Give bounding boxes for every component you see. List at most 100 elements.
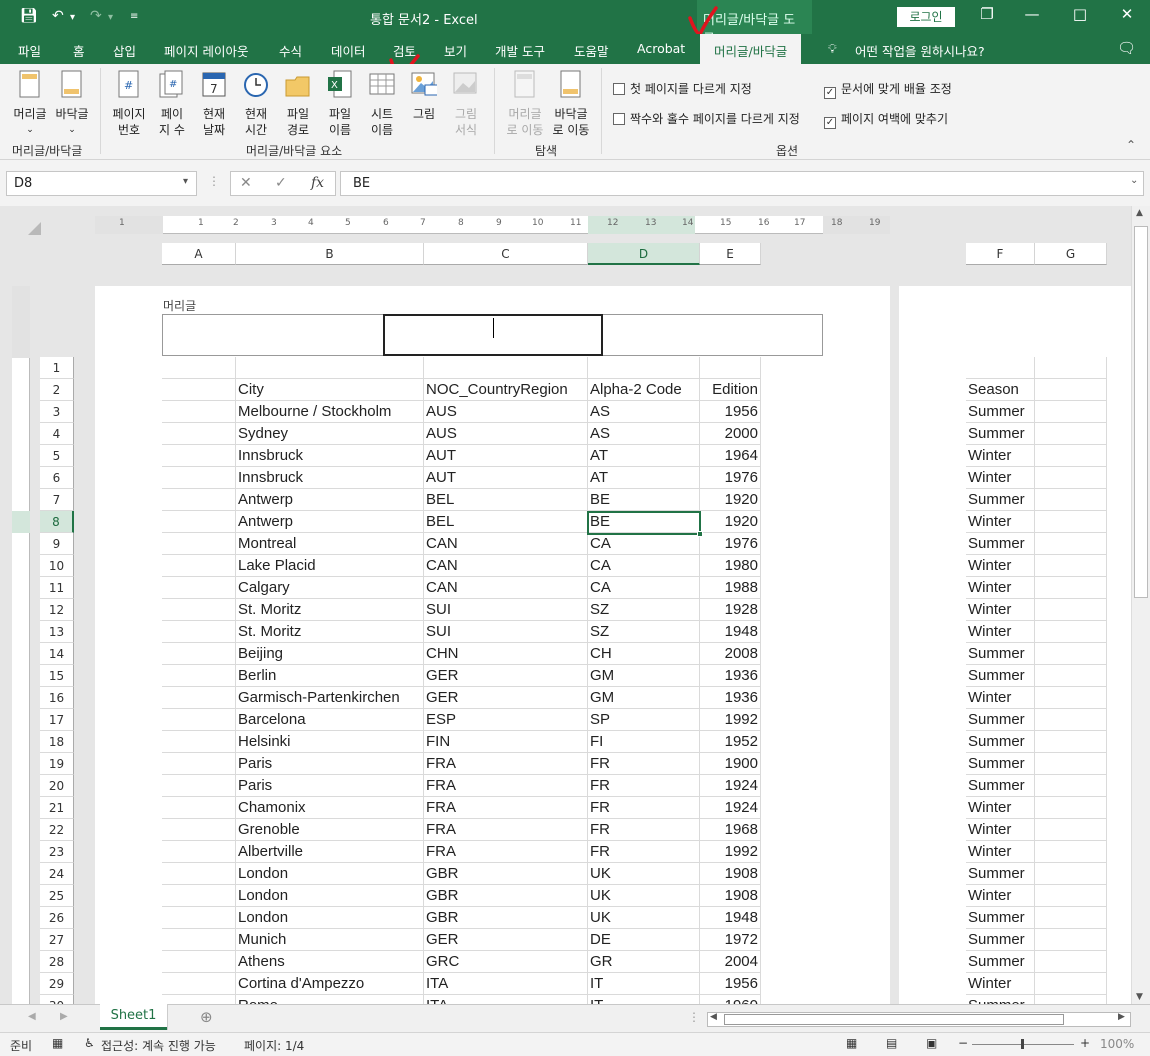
cell-season[interactable]: Summer (966, 775, 1035, 797)
cell-a[interactable] (162, 775, 236, 797)
cell-a[interactable] (162, 885, 236, 907)
cell-city[interactable]: Sydney (236, 423, 424, 445)
cell-g[interactable] (1035, 555, 1107, 577)
customize-qat-icon[interactable]: ≡ (130, 11, 138, 22)
page-number-button[interactable]: # 페이지 번호 (108, 70, 150, 138)
sheet-name-button[interactable]: 시트 이름 (362, 70, 402, 138)
tab-formulas[interactable]: 수식 (279, 41, 302, 60)
row-header[interactable]: 29 (40, 973, 74, 995)
row-header[interactable]: 22 (40, 819, 74, 841)
enter-check-icon[interactable]: ✓ (275, 175, 287, 191)
row-header[interactable]: 28 (40, 951, 74, 973)
col-header-e[interactable]: E (700, 243, 761, 265)
accessibility-icon[interactable]: ♿︎ (84, 1036, 95, 1050)
cell-alpha2[interactable]: AT (588, 445, 700, 467)
cell-season[interactable]: Winter (966, 577, 1035, 599)
cell-season[interactable]: Winter (966, 797, 1035, 819)
row-header[interactable]: 13 (40, 621, 74, 643)
cell-g[interactable] (1035, 797, 1107, 819)
next-sheet-icon[interactable]: ▶ (60, 1011, 68, 1022)
cell-city[interactable]: Antwerp (236, 489, 424, 511)
cell-noc[interactable]: GBR (424, 885, 588, 907)
cell-alpha2[interactable]: FR (588, 797, 700, 819)
scroll-right-icon[interactable]: ▶ (1118, 1012, 1125, 1022)
cell-a[interactable] (162, 973, 236, 995)
cell-alpha2[interactable]: UK (588, 863, 700, 885)
cell-edition[interactable]: 1964 (700, 445, 761, 467)
cell-noc[interactable]: AUT (424, 445, 588, 467)
cell-season[interactable]: Winter (966, 599, 1035, 621)
cell-edition[interactable]: 1968 (700, 819, 761, 841)
cell-noc[interactable]: GER (424, 687, 588, 709)
cell-a[interactable] (162, 929, 236, 951)
splitter-dots-icon[interactable]: ⋮ (208, 174, 220, 188)
cell-g[interactable] (1035, 401, 1107, 423)
cell-edition[interactable] (700, 357, 761, 379)
cell-season[interactable]: Winter (966, 621, 1035, 643)
login-button[interactable]: 로그인 (897, 7, 955, 27)
row-header[interactable]: 27 (40, 929, 74, 951)
row-header[interactable]: 7 (40, 489, 74, 511)
cell-noc[interactable]: ITA (424, 973, 588, 995)
cell-g[interactable] (1035, 731, 1107, 753)
cell-edition[interactable]: 1956 (700, 973, 761, 995)
scroll-left-icon[interactable]: ◀ (710, 1012, 717, 1022)
cell-g[interactable] (1035, 423, 1107, 445)
header-left-section[interactable] (163, 315, 383, 355)
cell-alpha2[interactable]: CH (588, 643, 700, 665)
cell-edition[interactable]: 1920 (700, 489, 761, 511)
cell-noc[interactable]: CAN (424, 577, 588, 599)
cell-edition[interactable]: 1960 (700, 995, 761, 1004)
file-name-button[interactable]: X 파일 이름 (320, 70, 360, 138)
cell-season[interactable]: Winter (966, 445, 1035, 467)
cell-edition[interactable]: 1908 (700, 863, 761, 885)
cell-city[interactable]: Athens (236, 951, 424, 973)
cell-noc[interactable]: BEL (424, 489, 588, 511)
insert-function-icon[interactable]: fx (311, 175, 324, 191)
row-header[interactable]: 9 (40, 533, 74, 555)
cell-edition[interactable]: 1936 (700, 665, 761, 687)
cell-noc[interactable]: GRC (424, 951, 588, 973)
cell-alpha2[interactable]: SZ (588, 599, 700, 621)
cell-noc[interactable]: AUS (424, 423, 588, 445)
cell-city[interactable]: London (236, 885, 424, 907)
tell-me-search[interactable]: 어떤 작업을 원하시나요? (855, 41, 985, 60)
cell-g[interactable] (1035, 687, 1107, 709)
current-time-button[interactable]: 현재 시간 (236, 70, 276, 138)
cell-season[interactable]: Summer (966, 665, 1035, 687)
cell-edition[interactable]: 1980 (700, 555, 761, 577)
page-count-button[interactable]: # 페이 지 수 (152, 70, 192, 138)
prev-sheet-icon[interactable]: ◀ (28, 1011, 36, 1022)
cell-city[interactable]: Innsbruck (236, 445, 424, 467)
cell-season[interactable]: Summer (966, 423, 1035, 445)
cell-noc[interactable]: FRA (424, 797, 588, 819)
cell-noc[interactable]: CAN (424, 555, 588, 577)
cell-edition[interactable]: 1928 (700, 599, 761, 621)
cell-noc[interactable]: FRA (424, 775, 588, 797)
cell-season[interactable]: Summer (966, 929, 1035, 951)
col-header-f[interactable]: F (966, 243, 1035, 265)
picture-button[interactable]: 그림 (404, 70, 444, 122)
checkbox[interactable] (613, 113, 625, 125)
cell-g[interactable] (1035, 621, 1107, 643)
row-header[interactable]: 18 (40, 731, 74, 753)
undo-dropdown-icon[interactable]: ▾ (70, 12, 75, 23)
cell-edition[interactable]: 1948 (700, 907, 761, 929)
row-header[interactable]: 12 (40, 599, 74, 621)
cell-city[interactable]: Grenoble (236, 819, 424, 841)
cell-noc[interactable]: CHN (424, 643, 588, 665)
cell-edition[interactable]: 1900 (700, 753, 761, 775)
cell-edition[interactable]: 1948 (700, 621, 761, 643)
cell-a[interactable] (162, 907, 236, 929)
row-header[interactable]: 2 (40, 379, 74, 401)
formula-input[interactable]: BE (340, 171, 1144, 196)
row-header[interactable]: 5 (40, 445, 74, 467)
cell-g[interactable] (1035, 775, 1107, 797)
option-different-first-page[interactable]: 첫 페이지를 다르게 지정 (613, 80, 752, 97)
cell-noc[interactable]: CAN (424, 533, 588, 555)
cell-city[interactable]: Rome (236, 995, 424, 1004)
cell-noc[interactable]: AUT (424, 467, 588, 489)
row-header[interactable]: 30 (40, 995, 74, 1004)
cell-a[interactable] (162, 423, 236, 445)
cell-season[interactable]: Summer (966, 489, 1035, 511)
